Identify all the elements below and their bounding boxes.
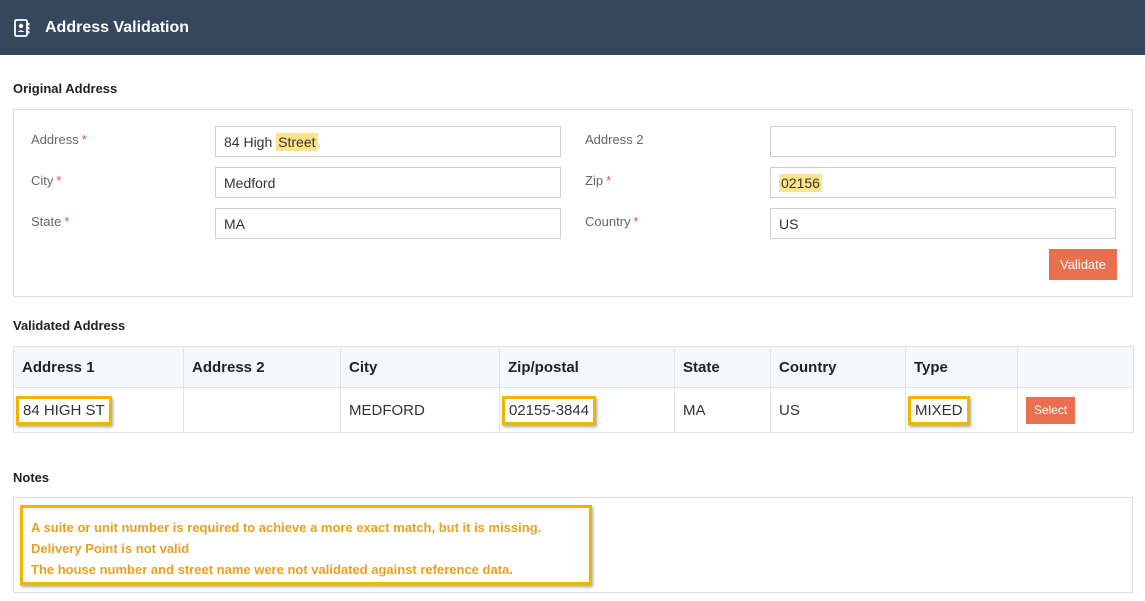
city-input[interactable]: Medford	[215, 167, 561, 198]
column-header: State	[674, 346, 771, 388]
zip-value: 02155-3844	[502, 395, 597, 425]
column-header: City	[340, 346, 500, 388]
note-line: The house number and street name were no…	[31, 562, 513, 577]
column-header: Country	[770, 346, 906, 388]
column-header: Type	[905, 346, 1018, 388]
city-label: City *	[31, 173, 62, 188]
original-address-heading: Original Address	[13, 81, 118, 96]
select-button[interactable]: Select	[1026, 396, 1075, 424]
zip-cell: 02155-3844	[499, 387, 675, 433]
address1-value: 84 HIGH ST	[16, 395, 112, 425]
country-cell: US	[770, 387, 906, 433]
zip-label: Zip *	[585, 173, 612, 188]
column-header	[1017, 346, 1134, 388]
notes-callout: A suite or unit number is required to ac…	[20, 505, 592, 585]
type-cell: MIXED	[905, 387, 1018, 433]
note-line: A suite or unit number is required to ac…	[31, 520, 542, 535]
page-title: Address Validation	[45, 18, 190, 36]
app-header: Address Validation	[0, 0, 1145, 55]
state-input[interactable]: MA	[215, 208, 561, 239]
validated-address-table: Address 1 Address 2 City Zip/postal Stat…	[13, 346, 1134, 433]
address2-cell	[183, 387, 341, 433]
column-header: Zip/postal	[499, 346, 675, 388]
column-header: Address 1	[13, 346, 184, 388]
validate-button[interactable]: Validate	[1049, 249, 1117, 280]
note-line: Delivery Point is not valid	[31, 541, 190, 556]
table-header-row: Address 1 Address 2 City Zip/postal Stat…	[13, 346, 1134, 388]
zip-input[interactable]: 02156	[770, 167, 1116, 198]
address-label: Address *	[31, 132, 87, 147]
address-input[interactable]: 84 High Street	[215, 126, 561, 157]
city-cell: MEDFORD	[340, 387, 500, 433]
address2-input[interactable]	[770, 126, 1116, 157]
country-input[interactable]: US	[770, 208, 1116, 239]
notes-heading: Notes	[13, 470, 50, 485]
table-row: 84 HIGH ST MEDFORD 02155-3844 MA US MIXE…	[13, 387, 1134, 433]
address1-cell: 84 HIGH ST	[13, 387, 184, 433]
notes-panel: A suite or unit number is required to ac…	[13, 497, 1133, 593]
original-address-form: Address * 84 High Street Address 2 City * …	[13, 109, 1133, 297]
column-header: Address 2	[183, 346, 341, 388]
validated-address-heading: Validated Address	[13, 318, 126, 333]
country-label: Country *	[585, 214, 639, 229]
state-label: State *	[31, 214, 70, 229]
action-cell: Select	[1017, 387, 1134, 433]
address2-label: Address 2	[585, 132, 644, 147]
type-value: MIXED	[908, 395, 970, 425]
address-book-icon	[13, 18, 31, 37]
state-cell: MA	[674, 387, 771, 433]
